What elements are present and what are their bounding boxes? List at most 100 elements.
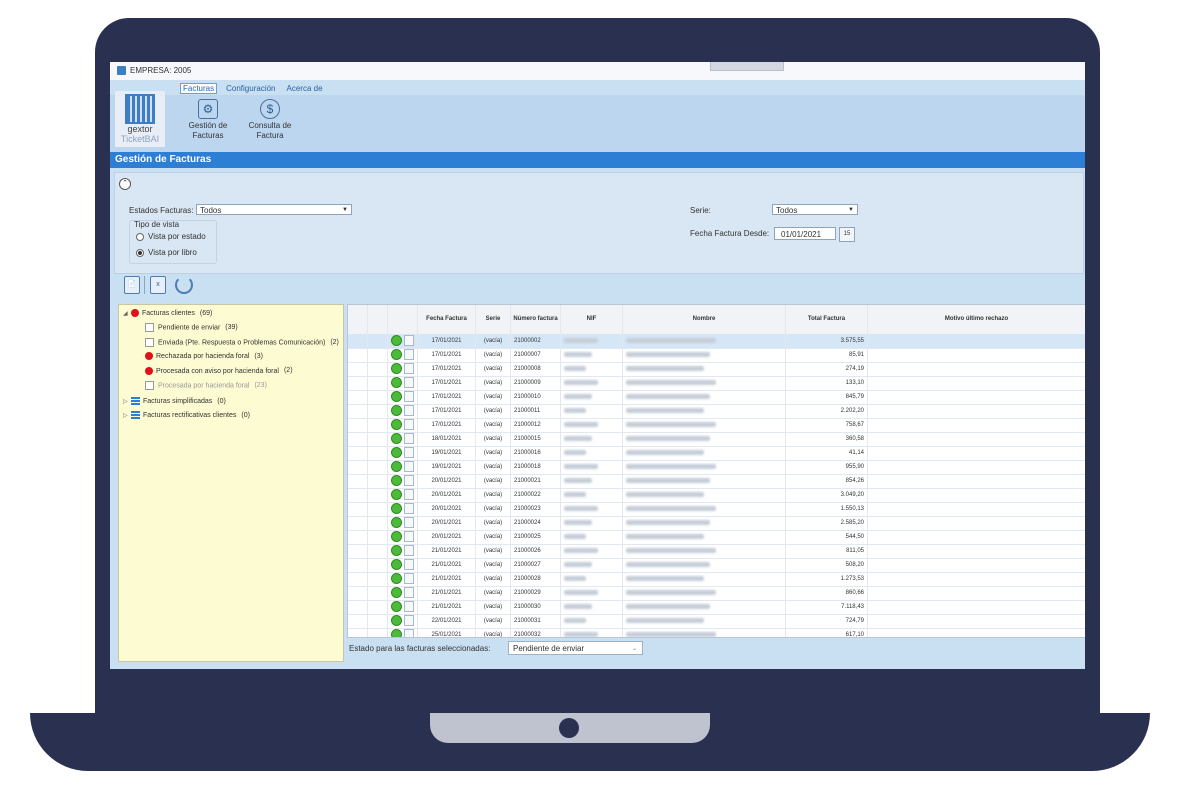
serie-select[interactable]: Todos ▼ [772, 204, 858, 215]
table-row[interactable]: 20/01/2021 (vacía) 21000021 854,26 [348, 474, 1085, 489]
document-icon[interactable] [404, 348, 414, 360]
grid-header-blank[interactable] [368, 305, 388, 334]
tree-node-label: Rechazada por hacienda foral [156, 352, 250, 360]
document-icon[interactable] [404, 530, 414, 542]
grid-header-numero[interactable]: Número factura [511, 305, 561, 334]
table-cell [348, 418, 368, 432]
tree-node-child[interactable]: Pendiente de enviar (39) [145, 323, 238, 332]
tree-node-child[interactable]: Enviada (Pte. Respuesta o Problemas Comu… [145, 337, 339, 347]
tree-node-facturas-clientes[interactable]: ◢ Facturas clientes (69) [123, 309, 212, 317]
tab-facturas[interactable]: Facturas [180, 83, 218, 94]
table-row[interactable]: 25/01/2021 (vacía) 21000032 617,10 [348, 628, 1085, 637]
grid-header-blank[interactable] [388, 305, 418, 334]
table-cell [561, 404, 623, 418]
consulta-factura-button[interactable]: $ Consulta de Factura [242, 99, 298, 141]
table-row[interactable]: 17/01/2021 (vacía) 21000010 845,79 [348, 390, 1085, 405]
document-icon[interactable] [404, 334, 414, 346]
table-cell: 17/01/2021 [418, 390, 476, 404]
document-icon[interactable] [404, 460, 414, 472]
table-cell [561, 544, 623, 558]
table-cell: 2.202,20 [786, 404, 868, 418]
grid-header-serie[interactable]: Serie [476, 305, 511, 334]
document-icon[interactable] [404, 516, 414, 528]
table-row[interactable]: 17/01/2021 (vacía) 21000012 758,67 [348, 418, 1085, 433]
fecha-desde-input[interactable]: 01/01/2021 [774, 227, 836, 240]
table-row[interactable]: 19/01/2021 (vacía) 21000016 41,14 [348, 446, 1085, 461]
checkbox-icon[interactable] [145, 337, 154, 347]
document-icon[interactable] [404, 418, 414, 430]
checkbox-icon[interactable] [145, 381, 154, 390]
tab-acerca-de[interactable]: Acerca de [285, 84, 325, 93]
grid-header-nif[interactable]: NIF [561, 305, 623, 334]
table-row[interactable]: 17/01/2021 (vacía) 21000007 85,91 [348, 348, 1085, 363]
estado-seleccionadas-select[interactable]: Pendiente de enviar ⌄ [508, 641, 643, 655]
tab-configuracion[interactable]: Configuración [224, 84, 277, 93]
table-cell [348, 600, 368, 614]
fecha-desde-label: Fecha Factura Desde: [690, 229, 770, 238]
table-row[interactable]: 21/01/2021 (vacía) 21000028 1.273,53 [348, 572, 1085, 587]
document-icon[interactable] [404, 446, 414, 458]
table-row[interactable]: 20/01/2021 (vacía) 21000023 1.550,13 [348, 502, 1085, 517]
tree-node-child[interactable]: Procesada por hacienda foral (23) [145, 381, 267, 390]
table-row[interactable]: 20/01/2021 (vacía) 21000025 544,50 [348, 530, 1085, 545]
document-icon[interactable] [404, 474, 414, 486]
table-row[interactable]: 20/01/2021 (vacía) 21000024 2.585,20 [348, 516, 1085, 531]
export-xml-icon[interactable]: 📄 [124, 276, 140, 294]
table-row[interactable]: 21/01/2021 (vacía) 21000029 860,66 [348, 586, 1085, 601]
tree-node-child[interactable]: Procesada con aviso por hacienda foral (2… [145, 366, 293, 375]
grid-header-nombre[interactable]: Nombre [623, 305, 786, 334]
table-row[interactable]: 17/01/2021 (vacía) 21000009 133,10 [348, 376, 1085, 391]
document-icon[interactable] [404, 558, 414, 570]
expand-caret-icon[interactable]: ▷ [123, 412, 131, 419]
document-icon[interactable] [404, 432, 414, 444]
table-row[interactable]: 17/01/2021 (vacía) 21000008 274,19 [348, 362, 1085, 377]
expand-caret-icon[interactable]: ◢ [123, 310, 131, 317]
table-row[interactable]: 19/01/2021 (vacía) 21000018 955,90 [348, 460, 1085, 475]
table-row[interactable]: 20/01/2021 (vacía) 21000022 3.049,20 [348, 488, 1085, 503]
table-row[interactable]: 17/01/2021 (vacía) 21000002 3.575,55 [348, 334, 1085, 349]
tree-node-group[interactable]: ▷ Facturas simplificadas (0) [123, 397, 226, 405]
document-icon[interactable] [404, 376, 414, 388]
table-row[interactable]: 18/01/2021 (vacía) 21000015 360,58 [348, 432, 1085, 447]
radio-vista-estado[interactable]: Vista por estado [136, 232, 206, 241]
status-ok-icon [391, 446, 402, 458]
calendar-icon[interactable]: 15 [839, 227, 855, 242]
table-cell [368, 572, 388, 586]
tree-node-group[interactable]: ▷ Facturas rectificativas clientes (0) [123, 411, 250, 419]
table-cell: (vacía) [476, 460, 511, 474]
window-grip[interactable] [710, 62, 784, 71]
document-icon[interactable] [404, 600, 414, 612]
export-excel-icon[interactable]: x [150, 276, 166, 294]
table-cell: 21000029 [511, 586, 561, 600]
document-icon[interactable] [404, 544, 414, 556]
grid-header-blank[interactable] [348, 305, 368, 334]
estados-facturas-select[interactable]: Todos ▼ [196, 204, 352, 215]
redacted-text [564, 491, 586, 497]
grid-header-fecha[interactable]: Fecha Factura [418, 305, 476, 334]
gestion-facturas-button[interactable]: ⚙ Gestión de Facturas [180, 99, 236, 141]
refresh-icon[interactable] [175, 276, 193, 294]
document-icon[interactable] [404, 502, 414, 514]
document-icon[interactable] [404, 404, 414, 416]
table-row[interactable]: 17/01/2021 (vacía) 21000011 2.202,20 [348, 404, 1085, 419]
tree-node-child[interactable]: Rechazada por hacienda foral (3) [145, 352, 263, 360]
checkbox-icon[interactable] [145, 323, 154, 332]
document-icon[interactable] [404, 362, 414, 374]
document-icon[interactable] [404, 628, 414, 637]
collapse-chevron-up-icon[interactable]: ⌃ [119, 178, 131, 190]
table-row[interactable]: 22/01/2021 (vacía) 21000031 724,79 [348, 614, 1085, 629]
grid-header-motivo[interactable]: Motivo último rechazo [868, 305, 1085, 334]
document-icon[interactable] [404, 390, 414, 402]
tree-node-count: (2) [283, 367, 293, 375]
radio-vista-libro[interactable]: Vista por libro [136, 248, 197, 257]
document-icon[interactable] [404, 614, 414, 626]
table-row[interactable]: 21/01/2021 (vacía) 21000026 811,05 [348, 544, 1085, 559]
document-icon[interactable] [404, 572, 414, 584]
document-icon[interactable] [404, 586, 414, 598]
document-icon[interactable] [404, 488, 414, 500]
expand-caret-icon[interactable]: ▷ [123, 398, 131, 405]
table-row[interactable]: 21/01/2021 (vacía) 21000030 7.118,43 [348, 600, 1085, 615]
table-row[interactable]: 21/01/2021 (vacía) 21000027 508,20 [348, 558, 1085, 573]
table-cell [368, 502, 388, 516]
grid-header-total[interactable]: Total Factura [786, 305, 868, 334]
